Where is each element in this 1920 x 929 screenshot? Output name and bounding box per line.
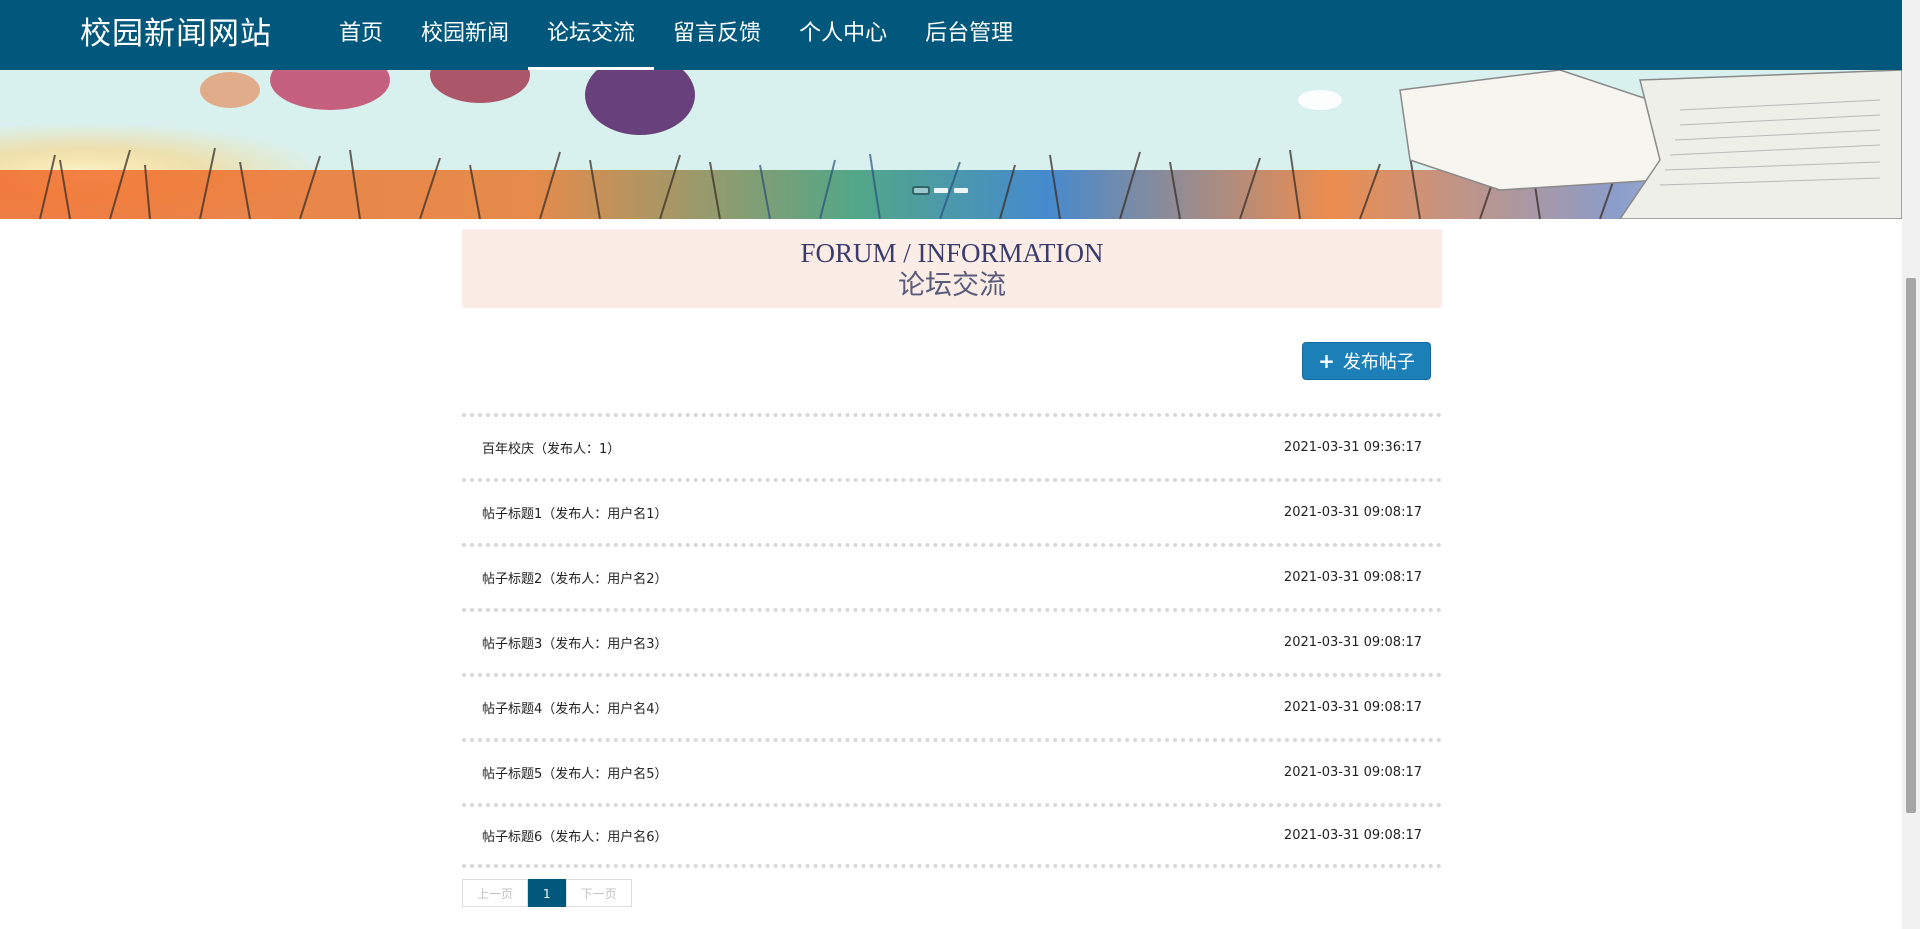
post-row[interactable]: 帖子标题2（发布人：用户名2） 2021-03-31 09:08:17 — [462, 543, 1442, 608]
nav-item-home[interactable]: 首页 — [320, 0, 402, 70]
post-time: 2021-03-31 09:08:17 — [1283, 570, 1422, 585]
page-number-button[interactable]: 1 — [528, 879, 566, 907]
post-title[interactable]: 帖子标题1（发布人：用户名1） — [482, 503, 668, 522]
post-row[interactable]: 帖子标题3（发布人：用户名3） 2021-03-31 09:08:17 — [462, 608, 1442, 673]
carousel-dot[interactable] — [954, 188, 968, 193]
post-title[interactable]: 帖子标题6（发布人：用户名6） — [482, 826, 668, 845]
section-title-en: FORUM / INFORMATION — [800, 238, 1104, 268]
plus-icon: + — [1318, 349, 1335, 373]
post-title[interactable]: 帖子标题3（发布人：用户名3） — [482, 633, 668, 652]
post-time: 2021-03-31 09:08:17 — [1283, 505, 1422, 520]
top-navbar: 校园新闻网站 首页 校园新闻 论坛交流 留言反馈 个人中心 后台管理 — [0, 0, 1902, 70]
nav-item-forum[interactable]: 论坛交流 — [528, 0, 655, 70]
carousel-indicators — [914, 188, 968, 193]
prev-page-button[interactable]: 上一页 — [462, 879, 529, 907]
nav-item-admin[interactable]: 后台管理 — [906, 0, 1032, 70]
page-scrollbar[interactable] — [1902, 0, 1920, 929]
scrollbar-thumb[interactable] — [1906, 278, 1916, 813]
site-brand[interactable]: 校园新闻网站 — [80, 0, 272, 70]
nav-item-campus-news[interactable]: 校园新闻 — [402, 0, 528, 70]
next-page-button[interactable]: 下一页 — [565, 879, 632, 907]
forum-section-header: FORUM / INFORMATION 论坛交流 — [462, 229, 1442, 308]
post-row[interactable]: 帖子标题6（发布人：用户名6） 2021-03-31 09:08:17 — [462, 803, 1442, 868]
post-row[interactable]: 帖子标题4（发布人：用户名4） 2021-03-31 09:08:17 — [462, 673, 1442, 738]
banner-image — [0, 70, 1902, 219]
post-title[interactable]: 百年校庆（发布人：1） — [482, 438, 620, 457]
post-time: 2021-03-31 09:08:17 — [1283, 635, 1422, 650]
post-time: 2021-03-31 09:08:17 — [1283, 700, 1422, 715]
publish-post-button[interactable]: + 发布帖子 — [1302, 342, 1431, 380]
banner-carousel — [0, 70, 1902, 219]
post-row[interactable]: 帖子标题5（发布人：用户名5） 2021-03-31 09:08:17 — [462, 738, 1442, 803]
main-nav: 首页 校园新闻 论坛交流 留言反馈 个人中心 后台管理 — [320, 0, 1032, 70]
section-title-cn: 论坛交流 — [898, 270, 1006, 300]
post-list: 百年校庆（发布人：1） 2021-03-31 09:36:17 帖子标题1（发布… — [462, 413, 1442, 868]
post-row[interactable]: 帖子标题1（发布人：用户名1） 2021-03-31 09:08:17 — [462, 478, 1442, 543]
post-time: 2021-03-31 09:36:17 — [1283, 440, 1422, 455]
nav-item-profile[interactable]: 个人中心 — [780, 0, 906, 70]
post-title[interactable]: 帖子标题4（发布人：用户名4） — [482, 698, 668, 717]
post-row[interactable]: 百年校庆（发布人：1） 2021-03-31 09:36:17 — [462, 413, 1442, 478]
pagination: 上一页 1 下一页 — [462, 879, 632, 907]
carousel-dot[interactable] — [934, 188, 948, 193]
post-time: 2021-03-31 09:08:17 — [1283, 828, 1422, 843]
publish-post-label: 发布帖子 — [1342, 352, 1415, 373]
post-title[interactable]: 帖子标题5（发布人：用户名5） — [482, 763, 668, 782]
post-time: 2021-03-31 09:08:17 — [1283, 765, 1422, 780]
carousel-dot[interactable] — [914, 188, 928, 193]
post-title[interactable]: 帖子标题2（发布人：用户名2） — [482, 568, 668, 587]
nav-item-feedback[interactable]: 留言反馈 — [654, 0, 780, 70]
